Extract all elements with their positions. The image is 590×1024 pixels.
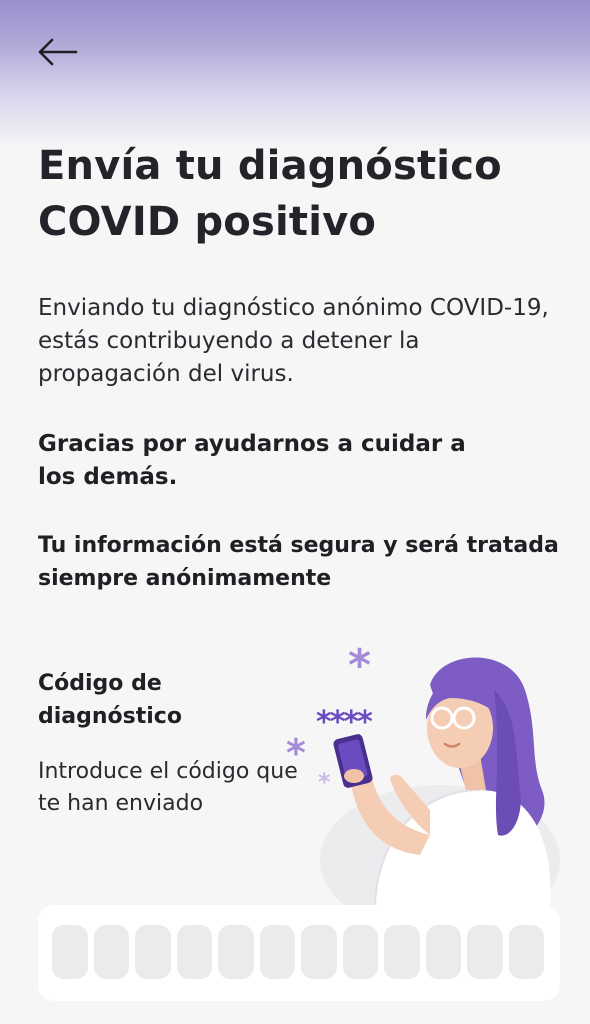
code-cell[interactable] — [135, 925, 171, 979]
masked-code-text: **** — [316, 705, 373, 740]
intro-text: Enviando tu diagnóstico anónimo COVID-19… — [38, 295, 549, 387]
woman-with-phone-illustration: * * * **** — [286, 640, 560, 910]
page-title: Envía tu diagnóstico COVID positivo — [38, 143, 502, 245]
header-gradient — [0, 0, 590, 150]
code-cell[interactable] — [508, 925, 544, 979]
code-section-title: Código de diagnóstico — [38, 671, 182, 729]
thanks-text: Gracias por ayudarnos a cuidar a los dem… — [38, 431, 466, 490]
code-cell[interactable] — [425, 925, 461, 979]
code-cell[interactable] — [93, 925, 129, 979]
code-section-description: Introduce el código que te han enviado — [38, 759, 298, 816]
svg-text:*: * — [348, 640, 371, 691]
code-cell[interactable] — [52, 925, 88, 979]
code-cell[interactable] — [342, 925, 378, 979]
code-cell[interactable] — [301, 925, 337, 979]
arrow-left-icon — [38, 38, 78, 66]
code-cell[interactable] — [467, 925, 503, 979]
code-cell[interactable] — [176, 925, 212, 979]
diagnosis-code-input[interactable] — [52, 925, 544, 979]
code-cell[interactable] — [218, 925, 254, 979]
back-button[interactable] — [30, 30, 86, 74]
svg-text:*: * — [286, 731, 306, 775]
diagnosis-code-panel — [38, 905, 560, 1001]
code-cell[interactable] — [259, 925, 295, 979]
svg-text:*: * — [318, 768, 331, 796]
code-cell[interactable] — [384, 925, 420, 979]
privacy-text: Tu información está segura y será tratad… — [38, 533, 559, 591]
